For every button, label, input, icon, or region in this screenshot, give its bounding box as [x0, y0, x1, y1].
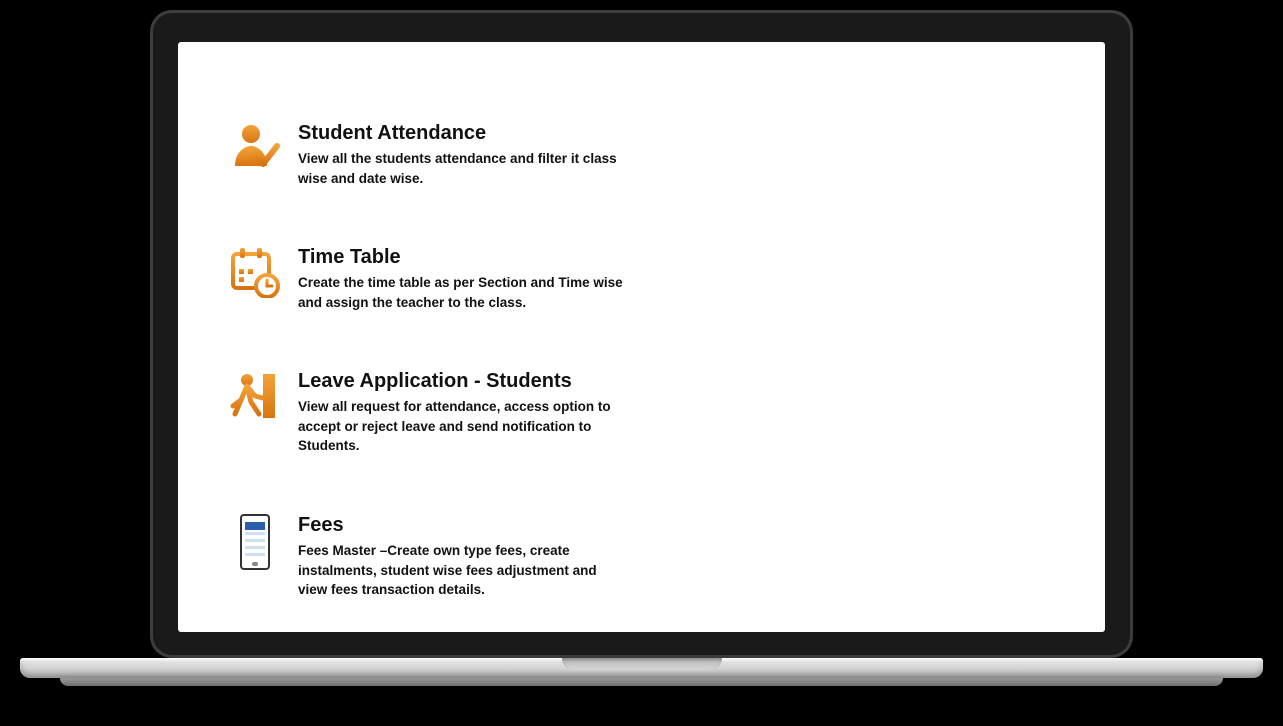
feature-title: Time Table — [298, 246, 623, 269]
feature-student-attendance: Student Attendance View all the students… — [228, 122, 623, 188]
feature-text: Leave Application - Students View all re… — [298, 370, 623, 456]
feature-text: Fees Fees Master –Create own type fees, … — [298, 514, 623, 600]
feature-text: Student Attendance View all the students… — [298, 122, 623, 188]
phone-mock — [240, 514, 270, 570]
exit-person-icon — [228, 370, 282, 424]
features-grid: Student Attendance View all the students… — [228, 122, 1055, 632]
feature-time-table: Time Table Create the time table as per … — [228, 246, 623, 312]
feature-title: Fees — [298, 514, 623, 537]
feature-title: Student Attendance — [298, 122, 623, 145]
features-panel: Student Attendance View all the students… — [178, 42, 1105, 632]
calendar-clock-icon — [228, 246, 282, 300]
feature-text: Time Table Create the time table as per … — [298, 246, 623, 312]
laptop-foot — [60, 678, 1223, 686]
feature-desc: Fees Master –Create own type fees, creat… — [298, 541, 623, 600]
feature-desc: View all request for attendance, access … — [298, 397, 623, 456]
laptop-screen: Student Attendance View all the students… — [178, 42, 1105, 632]
feature-leave-students: Leave Application - Students View all re… — [228, 370, 623, 456]
laptop-mockup: Student Attendance View all the students… — [0, 0, 1283, 726]
feature-desc: View all the students attendance and fil… — [298, 149, 623, 188]
laptop-notch — [562, 658, 722, 670]
user-check-icon — [228, 122, 282, 176]
feature-fees: Fees Fees Master –Create own type fees, … — [228, 514, 623, 600]
feature-title: Leave Application - Students — [298, 370, 623, 393]
phone-home-button — [252, 562, 258, 566]
phone-list-icon — [228, 514, 282, 568]
feature-desc: Create the time table as per Section and… — [298, 273, 623, 312]
